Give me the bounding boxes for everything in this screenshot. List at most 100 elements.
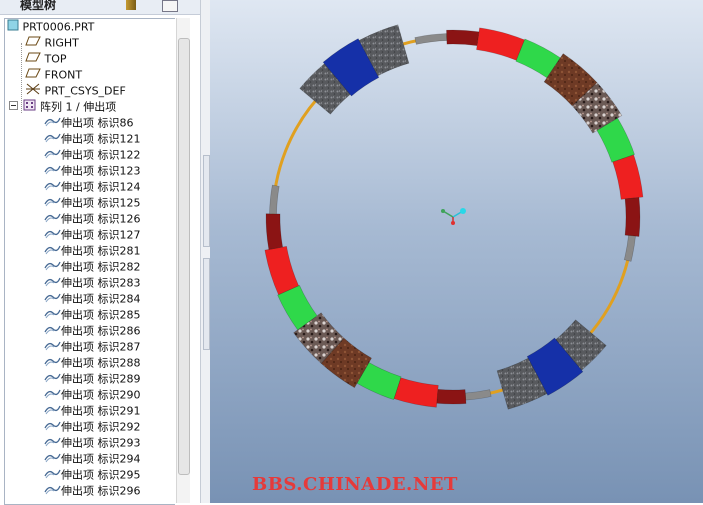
bead-red <box>476 27 525 61</box>
tree-item-label: 伸出项 标识127 <box>61 228 141 242</box>
bead-gray <box>623 235 636 262</box>
tree-item-extrude[interactable]: 伸出项 标识121 <box>43 131 141 147</box>
extrude-icon <box>43 291 61 308</box>
tree-item-extrude[interactable]: 伸出项 标识286 <box>43 323 141 339</box>
model-3d-view <box>264 24 644 410</box>
extrude-icon <box>43 483 61 500</box>
tree-item-extrude[interactable]: 伸出项 标识283 <box>43 275 141 291</box>
tree-datum-top[interactable]: TOP <box>25 51 67 67</box>
tree-item-label: 伸出项 标识283 <box>61 276 141 290</box>
splitter-grip-bottom[interactable] <box>203 258 210 350</box>
tree-item-label: 伸出项 标识284 <box>61 292 141 306</box>
tree-settings-icon[interactable] <box>126 0 136 10</box>
extrude-icon <box>43 147 61 164</box>
watermark: BBS.CHINADE.NET <box>252 474 458 495</box>
tree-datum-label: TOP <box>44 52 67 66</box>
tree-item-label: 伸出项 标识121 <box>61 132 141 146</box>
tree-item-label: 伸出项 标识287 <box>61 340 141 354</box>
tree-item-extrude[interactable]: 伸出项 标识86 <box>43 115 134 131</box>
tree-datum-right[interactable]: RIGHT <box>25 35 79 51</box>
splitter-grip-top[interactable] <box>203 155 210 247</box>
extrude-icon <box>43 243 61 260</box>
model-tree-panel: 模型树 PRT0006.PRT RIGHT TOP FRONT PRT_CSYS… <box>0 0 200 505</box>
tree-item-label: 伸出项 标识124 <box>61 180 141 194</box>
tree-item-label: 伸出项 标识294 <box>61 452 141 466</box>
tree-item-extrude[interactable]: 伸出项 标识295 <box>43 467 141 483</box>
extrude-icon <box>43 227 61 244</box>
tree-scrollbar-thumb[interactable] <box>178 38 190 475</box>
csys-triad <box>441 208 466 225</box>
tree-csys[interactable]: PRT_CSYS_DEF <box>25 83 126 99</box>
datum-plane-icon <box>25 35 41 52</box>
bead-gray <box>269 184 280 215</box>
tree-item-extrude[interactable]: 伸出项 标识293 <box>43 435 141 451</box>
bead-dark-red <box>265 213 283 250</box>
tree-item-extrude[interactable]: 伸出项 标识287 <box>43 339 141 355</box>
extrude-icon <box>43 115 61 132</box>
tree-item-label: 伸出项 标识290 <box>61 388 141 402</box>
tree-item-label: 伸出项 标识286 <box>61 324 141 338</box>
tree-root-label: PRT0006.PRT <box>22 20 95 34</box>
tree-item-extrude[interactable]: 伸出项 标识125 <box>43 195 141 211</box>
tree-item-label: 伸出项 标识285 <box>61 308 141 322</box>
extrude-icon <box>43 403 61 420</box>
tree-item-label: 伸出项 标识126 <box>61 212 141 226</box>
tree-item-label: 伸出项 标识296 <box>61 484 141 498</box>
tree-item-extrude[interactable]: 伸出项 标识281 <box>43 243 141 259</box>
tree-item-extrude[interactable]: 伸出项 标识126 <box>43 211 141 227</box>
extrude-icon <box>43 323 61 340</box>
tree-item-extrude[interactable]: 伸出项 标识282 <box>43 259 141 275</box>
tree-item-extrude[interactable]: 伸出项 标识291 <box>43 403 141 419</box>
extrude-icon <box>43 131 61 148</box>
extrude-icon <box>43 195 61 212</box>
tree-datum-label: FRONT <box>44 68 83 82</box>
extrude-icon <box>43 259 61 276</box>
tree-item-extrude[interactable]: 伸出项 标识290 <box>43 387 141 403</box>
csys-icon <box>25 83 41 100</box>
pattern-icon <box>23 99 37 116</box>
tree-item-label: 伸出项 标识292 <box>61 420 141 434</box>
tree-item-extrude[interactable]: 伸出项 标识292 <box>43 419 141 435</box>
tree-columns-icon[interactable] <box>162 0 178 12</box>
tree-item-label: 伸出项 标识125 <box>61 196 141 210</box>
extrude-icon <box>43 307 61 324</box>
tree-item-label: 伸出项 标识123 <box>61 164 141 178</box>
tree-item-extrude[interactable]: 伸出项 标识294 <box>43 451 141 467</box>
tree-item-extrude[interactable]: 伸出项 标识288 <box>43 355 141 371</box>
extrude-icon <box>43 211 61 228</box>
bead-gray <box>414 33 448 45</box>
extrude-icon <box>43 419 61 436</box>
bead-gray <box>464 389 492 401</box>
tree-item-extrude[interactable]: 伸出项 标识123 <box>43 163 141 179</box>
tree-item-label: 伸出项 标识288 <box>61 356 141 370</box>
tree-item-extrude[interactable]: 伸出项 标识296 <box>43 483 141 499</box>
tree-item-label: 伸出项 标识122 <box>61 148 141 162</box>
datum-plane-icon <box>25 51 41 68</box>
tree-item-label: 伸出项 标识281 <box>61 244 141 258</box>
tree-item-extrude[interactable]: 伸出项 标识285 <box>43 307 141 323</box>
tree-datum-front[interactable]: FRONT <box>25 67 82 83</box>
part-icon <box>7 19 19 36</box>
collapse-icon[interactable] <box>9 100 19 116</box>
extrude-icon <box>43 451 61 468</box>
datum-plane-icon <box>25 67 41 84</box>
tree-item-label: 伸出项 标识295 <box>61 468 141 482</box>
tree-item-extrude[interactable]: 伸出项 标识289 <box>43 371 141 387</box>
tree-csys-label: PRT_CSYS_DEF <box>44 84 126 98</box>
tree-scrollbar[interactable] <box>176 18 190 503</box>
graphics-viewport[interactable]: BBS.CHINADE.NET <box>210 0 703 503</box>
extrude-icon <box>43 339 61 356</box>
bead-red <box>264 245 300 296</box>
tree-pattern[interactable]: 阵列 1 / 伸出项 <box>9 99 116 115</box>
extrude-icon <box>43 387 61 404</box>
tree-pattern-label: 阵列 1 / 伸出项 <box>40 100 117 114</box>
tree-item-extrude[interactable]: 伸出项 标识284 <box>43 291 141 307</box>
tree-item-extrude[interactable]: 伸出项 标识127 <box>43 227 141 243</box>
tree-item-extrude[interactable]: 伸出项 标识124 <box>43 179 141 195</box>
extrude-icon <box>43 163 61 180</box>
extrude-icon <box>43 435 61 452</box>
tree-item-label: 伸出项 标识86 <box>61 116 134 130</box>
tree-item-label: 伸出项 标识289 <box>61 372 141 386</box>
tree-item-extrude[interactable]: 伸出项 标识122 <box>43 147 141 163</box>
tree-root[interactable]: PRT0006.PRT <box>7 19 94 35</box>
